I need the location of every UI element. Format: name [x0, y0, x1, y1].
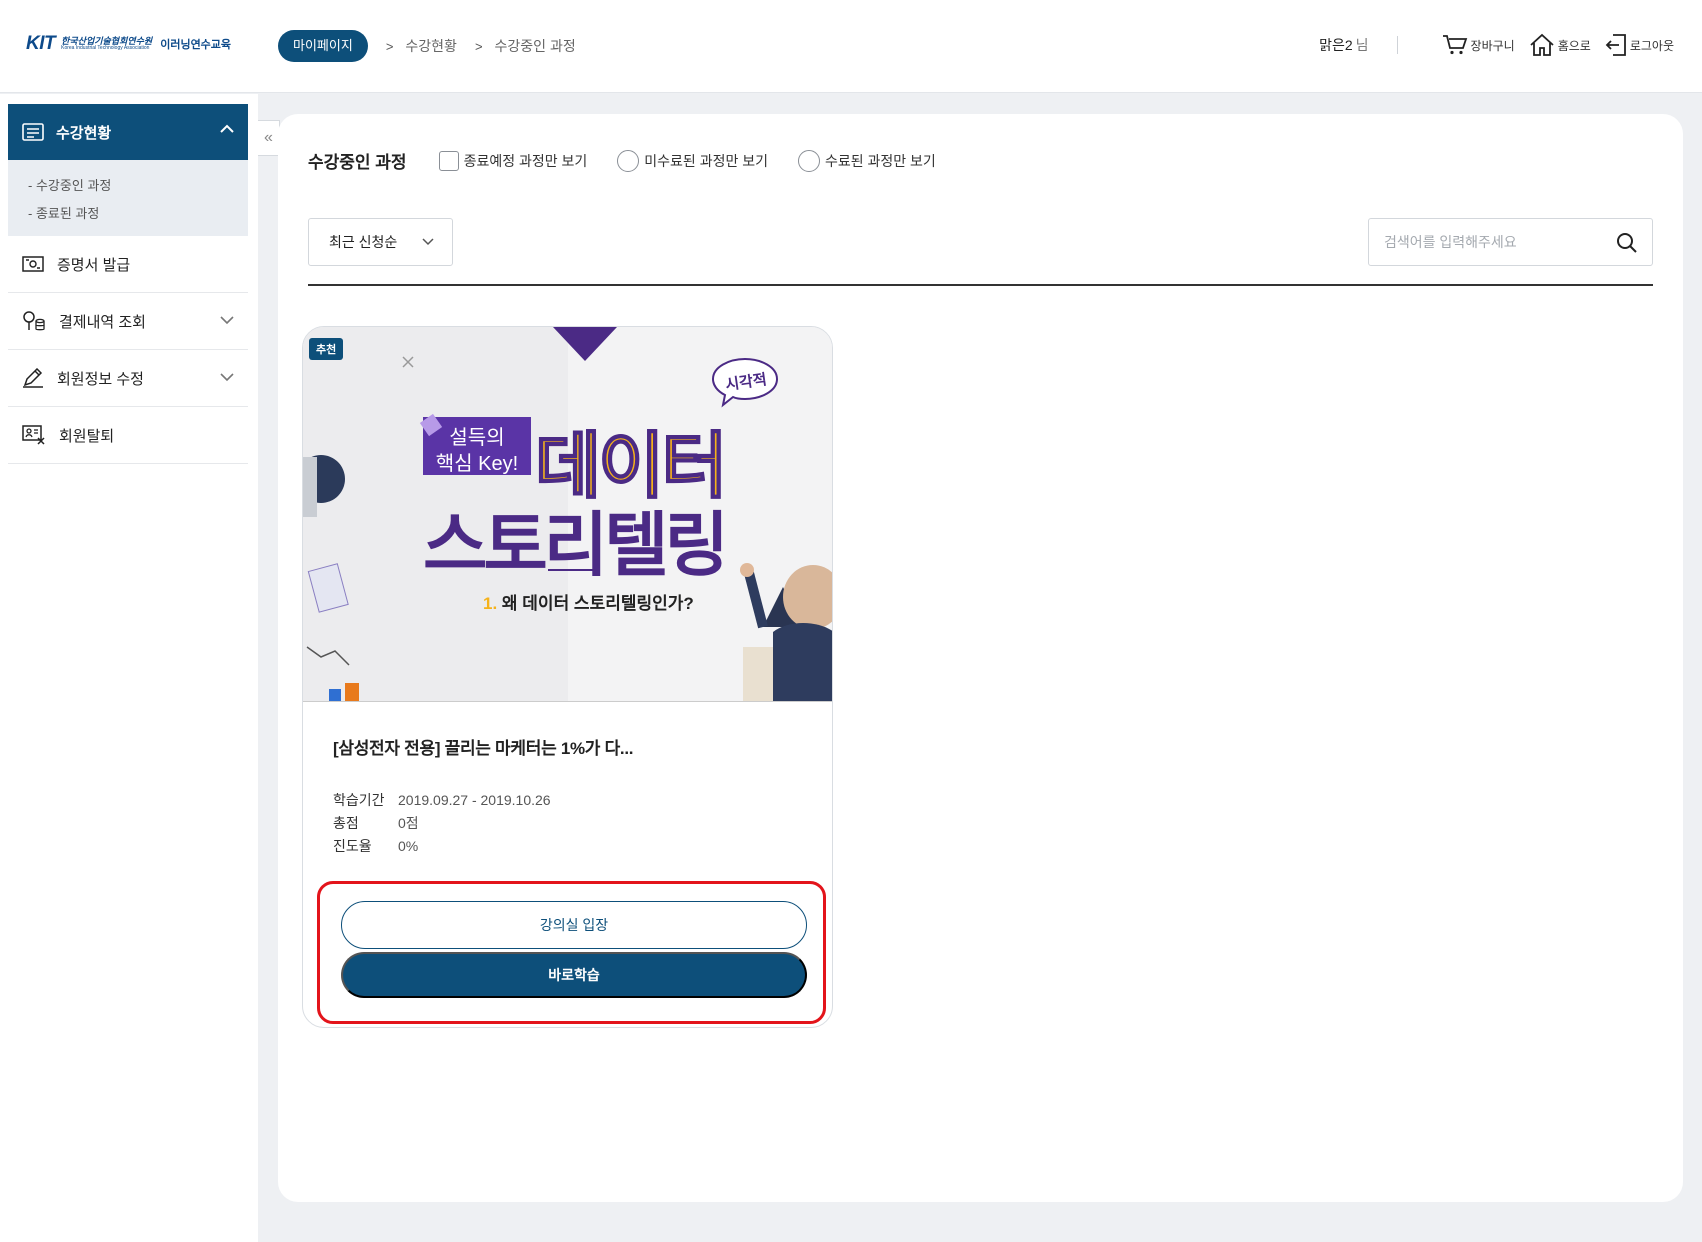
filter-completed[interactable]: 수료된 과정만 보기	[797, 149, 936, 172]
filter-label: 종료예정 과정만 보기	[463, 152, 588, 169]
sidebar-item-certificate[interactable]: 증명서 발급	[8, 236, 248, 293]
thumb-episode: 1. 왜 데이터 스토리텔링인가?	[483, 589, 694, 614]
chevron-down-icon[interactable]	[220, 315, 234, 325]
logo-en: Korea Industrial Technology Association	[61, 45, 150, 51]
thumb-episode-text: 왜 데이터 스토리텔링인가?	[501, 594, 694, 613]
chevron-up-icon[interactable]	[220, 124, 234, 134]
course-meta: 학습기간 2019.09.27 - 2019.10.26 총점 0점 진도율 0…	[333, 789, 551, 858]
user-name-text: 맑은2	[1319, 37, 1353, 53]
payment-icon	[23, 311, 45, 331]
chevron-down-icon[interactable]	[220, 372, 234, 382]
home-link[interactable]: 홈으로	[1529, 33, 1591, 57]
sidebar-subitem-ongoing[interactable]: - 수강중인 과정	[28, 172, 248, 200]
list-icon	[22, 123, 44, 141]
checkbox[interactable]	[438, 150, 459, 171]
thumb-episode-num: 1.	[483, 594, 498, 613]
breadcrumb-mypage[interactable]: 마이페이지	[278, 30, 368, 62]
cart-icon	[1442, 35, 1467, 55]
meta-row: 진도율 0%	[333, 835, 551, 858]
thumb-big2: 스토리텔링	[423, 506, 729, 584]
home-icon	[1530, 33, 1554, 56]
radio-button[interactable]	[797, 149, 820, 172]
sidebar-item-withdraw[interactable]: 회원탈퇴	[8, 407, 248, 464]
logo[interactable]: KIT 한국산업기술협회연수원 Korea Industrial Technol…	[26, 33, 231, 55]
sidebar-item-label: 증명서 발급	[57, 256, 131, 274]
double-chevron-left-icon: «	[264, 129, 273, 146]
page-title: 수강중인 과정	[308, 153, 407, 172]
search-input[interactable]	[1384, 234, 1604, 250]
meta-value: 2019.09.27 - 2019.10.26	[398, 792, 551, 808]
filter-label: 수료된 과정만 보기	[824, 152, 936, 169]
course-title[interactable]: [삼성전자 전용] 끌리는 마케터는 1%가 다...	[333, 734, 633, 759]
filter-ending-soon[interactable]: 종료예정 과정만 보기	[438, 150, 588, 171]
sidebar-item-label: 회원정보 수정	[57, 370, 144, 388]
logo-sub: 이러닝연수교육	[160, 39, 232, 51]
sidebar-item-label: 결제내역 조회	[59, 313, 146, 331]
sidebar-collapse-button[interactable]: «	[258, 120, 280, 156]
pencil-icon	[23, 368, 43, 388]
header-right: 맑은2 님 장바구니 홈으로 로그아웃	[1319, 33, 1674, 57]
sidebar-item-edit-profile[interactable]: 회원정보 수정	[8, 350, 248, 407]
course-card: 추천 시각적 설득의 핵심 Key! 데이터 스토리텔링 1. 왜 데이터 스토…	[302, 326, 833, 1028]
study-now-button[interactable]: 바로학습	[341, 952, 807, 998]
meta-label: 진도율	[333, 838, 372, 854]
sidebar-subitem-finished[interactable]: - 종료된 과정	[28, 200, 248, 228]
logout-icon	[1605, 34, 1626, 56]
main-panel: 수강중인 과정 종료예정 과정만 보기 미수료된 과정만 보기 수료된 과정만 …	[278, 114, 1683, 1202]
meta-row: 총점 0점	[333, 812, 551, 835]
chevron-right-icon: >	[385, 38, 394, 54]
logo-mark: KIT	[26, 33, 56, 54]
chevron-down-icon	[422, 238, 434, 246]
chevron-right-icon: >	[474, 38, 483, 54]
divider	[308, 284, 1653, 286]
meta-value: 0%	[398, 838, 419, 854]
search-box	[1368, 218, 1653, 266]
certificate-icon	[22, 256, 44, 272]
sidebar-submenu: - 수강중인 과정 - 종료된 과정	[8, 160, 248, 236]
breadcrumb: 마이페이지 > 수강현황 > 수강중인 과정	[278, 30, 576, 62]
home-label: 홈으로	[1557, 38, 1591, 53]
filter-incomplete[interactable]: 미수료된 과정만 보기	[617, 149, 768, 172]
cart-label: 장바구니	[1470, 38, 1515, 53]
meta-row: 학습기간 2019.09.27 - 2019.10.26	[333, 789, 551, 812]
search-icon[interactable]	[1616, 232, 1638, 254]
meta-value: 0점	[398, 815, 419, 831]
meta-label: 총점	[333, 815, 359, 831]
cart-link[interactable]: 장바구니	[1442, 34, 1515, 56]
user-suffix: 님	[1355, 37, 1369, 53]
thumb-sub1: 설득의	[449, 427, 505, 449]
recommend-badge: 추천	[309, 338, 344, 360]
filter-label: 미수료된 과정만 보기	[644, 152, 768, 169]
user-name: 맑은2 님	[1319, 35, 1368, 55]
enter-classroom-button[interactable]: 강의실 입장	[341, 901, 807, 949]
sidebar-item-payment[interactable]: 결제내역 조회	[8, 293, 248, 350]
radio-button[interactable]	[617, 149, 640, 172]
logout-label: 로그아웃	[1629, 38, 1674, 53]
sort-value: 최근 신청순	[329, 234, 398, 250]
header: KIT 한국산업기술협회연수원 Korea Industrial Technol…	[0, 0, 1702, 93]
sidebar: 수강현황 - 수강중인 과정 - 종료된 과정 증명서 발급 결제내역 조회 회…	[0, 94, 258, 1242]
withdraw-icon	[22, 425, 45, 445]
logout-link[interactable]: 로그아웃	[1605, 33, 1674, 57]
logo-text: 한국산업기술협회연수원 Korea Industrial Technology …	[61, 37, 152, 51]
sidebar-item-label: 수강현황	[56, 124, 112, 142]
course-thumbnail[interactable]: 추천 시각적 설득의 핵심 Key! 데이터 스토리텔링 1. 왜 데이터 스토…	[303, 327, 832, 702]
meta-label: 학습기간	[333, 792, 385, 808]
title-row: 수강중인 과정 종료예정 과정만 보기 미수료된 과정만 보기 수료된 과정만 …	[308, 148, 966, 173]
sidebar-item-course-status[interactable]: 수강현황	[8, 104, 248, 160]
breadcrumb-status[interactable]: 수강현황	[405, 36, 457, 56]
sort-select[interactable]: 최근 신청순	[308, 218, 453, 266]
breadcrumb-current: 수강중인 과정	[494, 38, 576, 54]
divider	[1396, 36, 1398, 54]
sidebar-item-label: 회원탈퇴	[59, 427, 115, 445]
thumb-sub2: 핵심 Key!	[435, 453, 519, 475]
